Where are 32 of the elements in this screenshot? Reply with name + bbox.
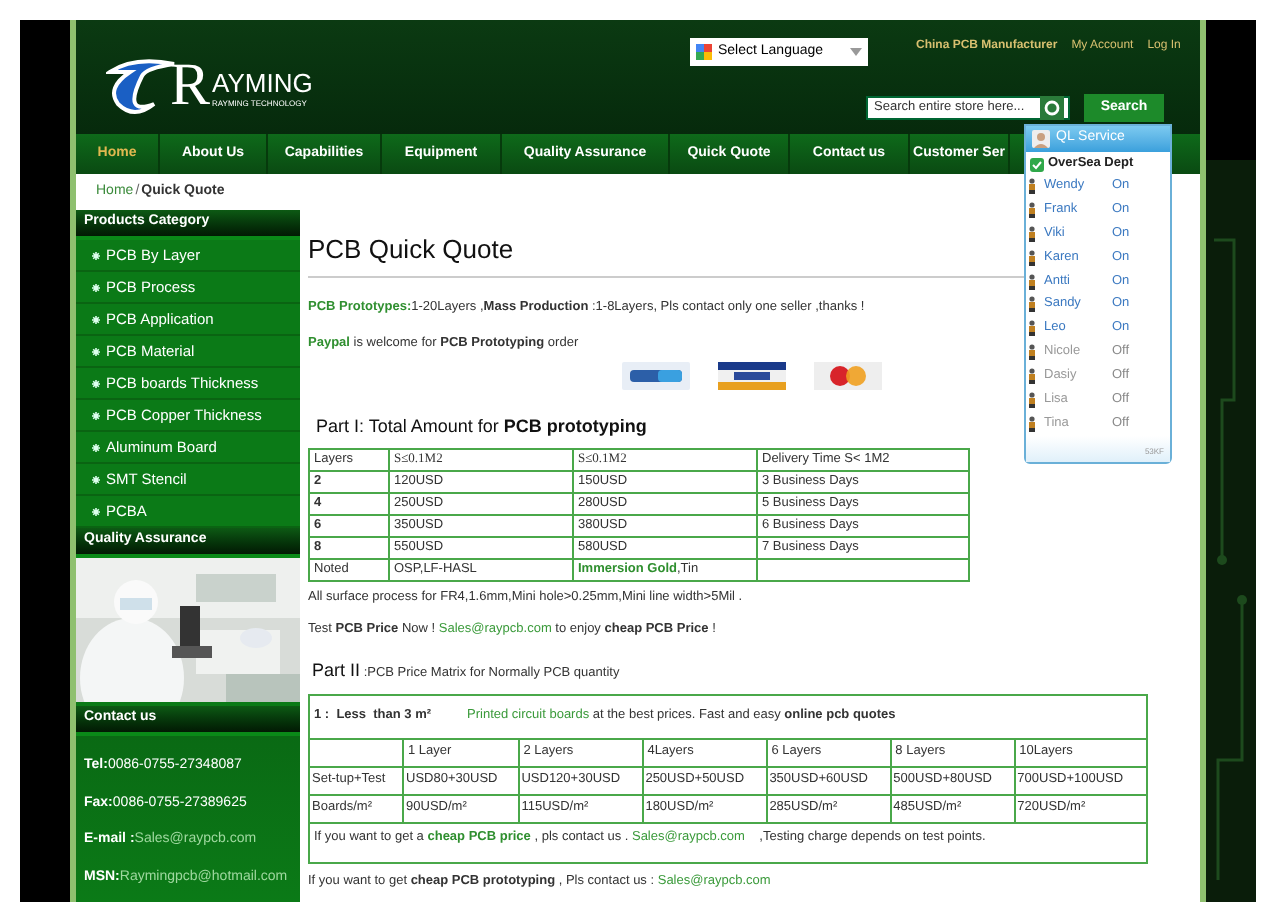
dropdown-icon [850,48,862,56]
wallet-card-icon [622,362,690,390]
person-icon [1028,225,1036,242]
person-icon [1028,415,1036,432]
avatar-icon [1032,130,1050,149]
search-icon [1040,96,1064,120]
bullet-icon [92,379,100,387]
person-icon [1028,296,1036,313]
page-title: PCB Quick Quote [308,234,514,264]
check-icon [1030,157,1044,172]
logo-wordmark: AYMING [212,69,313,95]
person-icon [1028,391,1036,408]
bullet-icon [92,443,100,451]
person-icon [1028,178,1036,195]
bullet-icon [92,347,100,355]
person-icon [1028,344,1036,361]
bullet-icon [92,315,100,323]
person-icon [1028,273,1036,289]
credit-card-icon [814,362,882,390]
person-icon [1028,249,1036,266]
section-heading: Part I: Total Amount for PCB prototyping [316,414,647,440]
person-icon [1028,320,1036,337]
credit-card-icon [718,362,786,390]
bullet-icon [92,251,100,259]
bullet-icon [92,475,100,483]
person-icon [1028,367,1036,384]
bullet-icon [92,411,100,419]
bullet-icon [92,507,100,515]
bullet-icon [92,283,100,291]
logo-letter: R [170,56,211,116]
person-icon [1028,201,1036,218]
translate-icon [696,44,712,60]
